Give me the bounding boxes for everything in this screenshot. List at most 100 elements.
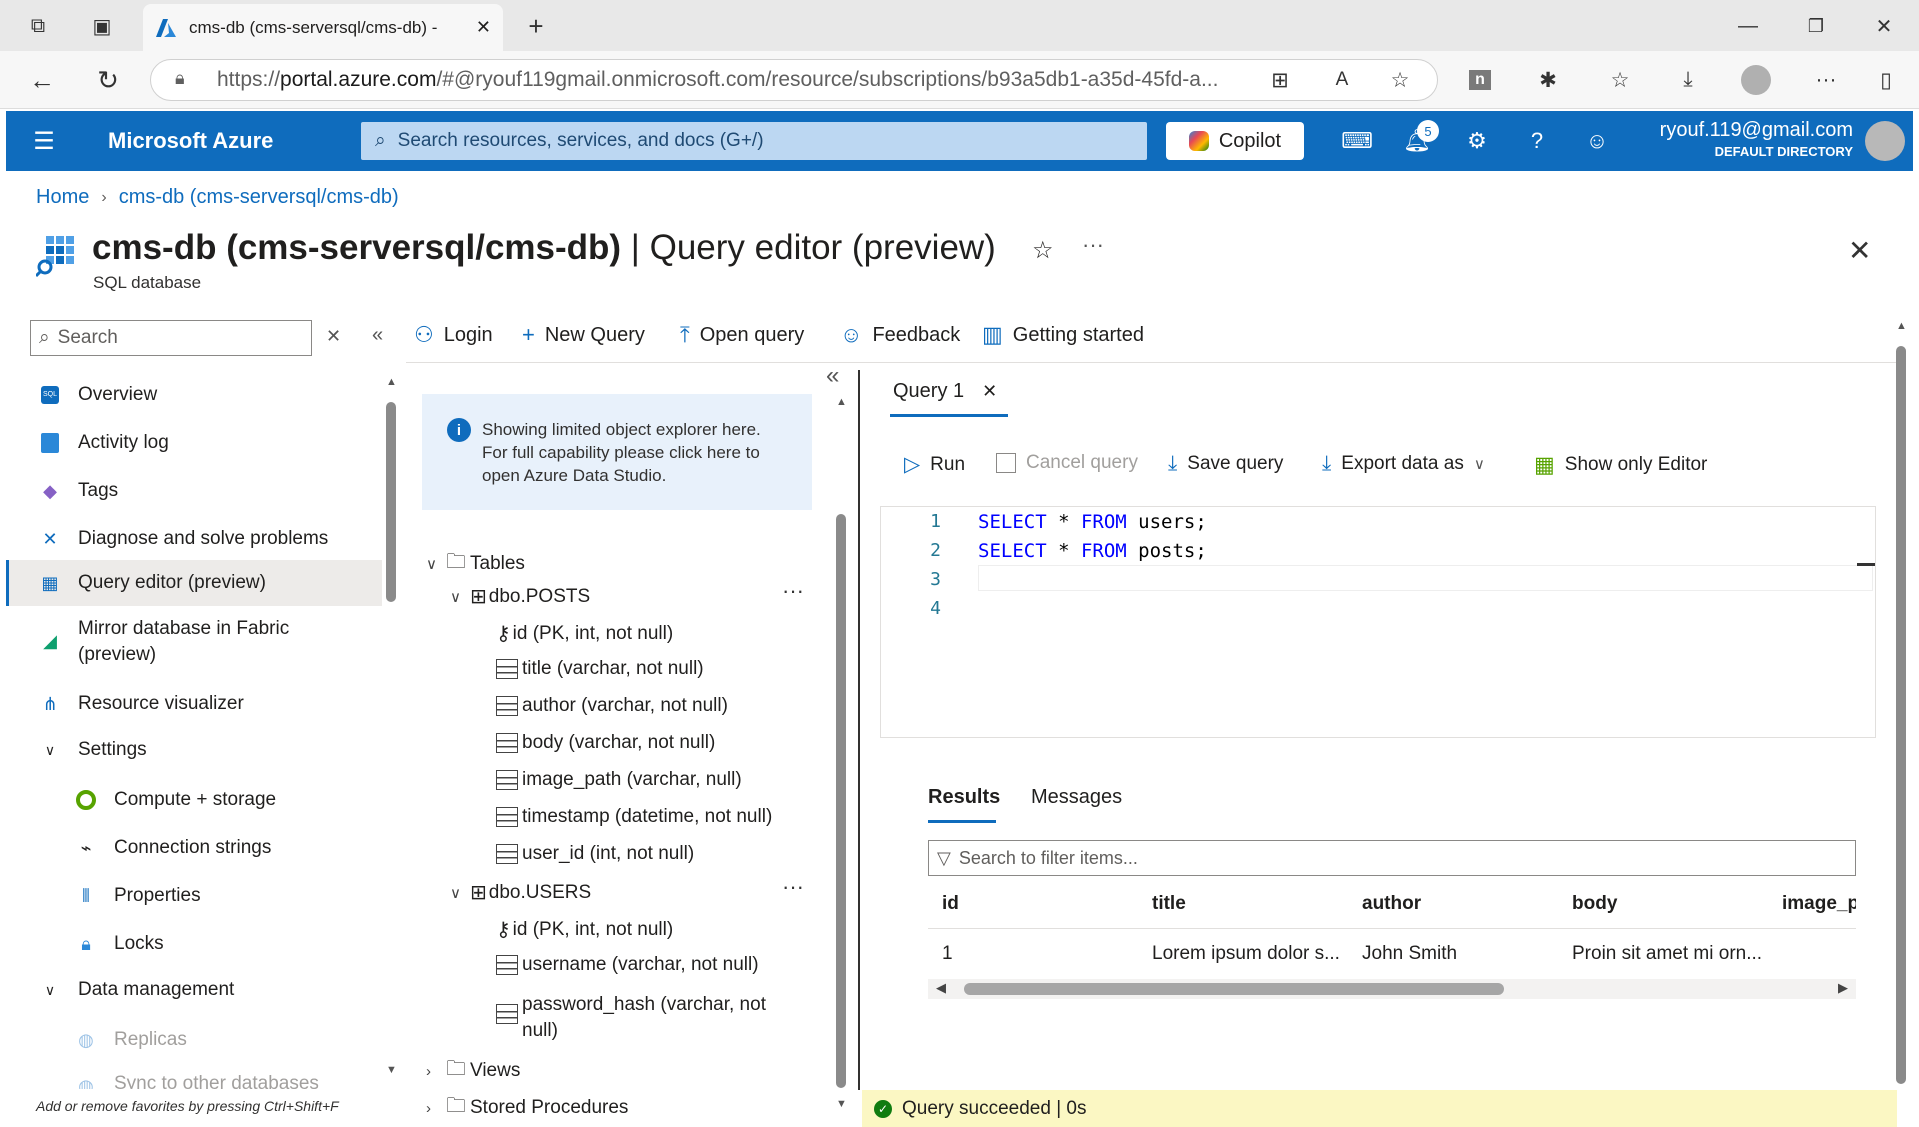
sidebar-group-data-management[interactable]: ∨ Data management — [6, 973, 382, 1007]
favorites-icon[interactable]: ☆ — [1604, 64, 1636, 96]
run-button[interactable]: ▷ Run — [904, 452, 965, 477]
tab-results[interactable]: Results — [928, 786, 1000, 809]
tab-actions-icon[interactable]: ▣ — [86, 10, 118, 42]
nav-search-input[interactable]: ⌕ Search — [30, 320, 312, 356]
tab-messages[interactable]: Messages — [1031, 786, 1122, 809]
favorite-star-icon[interactable]: ☆ — [1032, 236, 1054, 265]
favorite-star-icon[interactable]: ☆ — [1384, 64, 1416, 96]
scroll-left-icon[interactable]: ◀ — [936, 980, 946, 996]
table-cell[interactable]: Lorem ipsum dolor s... — [1152, 943, 1340, 965]
results-scroll-thumb[interactable] — [964, 983, 1504, 995]
azure-brand[interactable]: Microsoft Azure — [108, 128, 273, 154]
tree-column[interactable]: author (varchar, not null) — [496, 695, 728, 717]
browser-tab[interactable]: cms-db (cms-serversql/cms-db) - ✕ — [143, 4, 503, 51]
tree-table-posts[interactable]: ∨ ⊞ dbo.POSTS — [450, 584, 590, 609]
copilot-button[interactable]: Copilot — [1166, 122, 1304, 160]
sql-editor[interactable]: 1 SELECT * FROM users; 2 SELECT * FROM p… — [880, 506, 1876, 738]
refresh-icon[interactable]: ↻ — [92, 64, 124, 96]
feedback-icon[interactable]: ☺ — [1581, 126, 1613, 156]
pane-splitter[interactable] — [858, 370, 860, 1090]
read-aloud-icon[interactable]: A — [1326, 64, 1358, 96]
column-header[interactable]: author — [1362, 893, 1421, 915]
sidebar-group-settings[interactable]: ∨ Settings — [6, 733, 382, 767]
results-filter-input[interactable]: ▽ Search to filter items... — [928, 840, 1856, 876]
extensions-icon[interactable]: ✱ — [1532, 64, 1564, 96]
restore-icon[interactable]: ❐ — [1800, 10, 1832, 42]
new-tab-icon[interactable]: + — [520, 10, 552, 42]
main-scroll-thumb[interactable] — [1896, 346, 1906, 1084]
notifications-bell-icon[interactable]: 🔔︎ 5 — [1401, 120, 1439, 156]
avatar[interactable] — [1865, 121, 1905, 161]
tree-column[interactable]: timestamp (datetime, not null) — [496, 806, 772, 828]
sidebar-item-activity-log[interactable]: Activity log — [6, 426, 382, 460]
column-header[interactable]: body — [1572, 893, 1617, 915]
scroll-down-icon[interactable]: ▼ — [386, 1064, 397, 1076]
downloads-icon[interactable]: ⤓ — [1672, 64, 1704, 96]
close-icon[interactable]: ✕ — [982, 381, 997, 402]
scroll-up-icon[interactable]: ▲ — [1896, 320, 1907, 332]
tree-column[interactable]: image_path (varchar, null) — [496, 769, 742, 791]
getting-started-button[interactable]: ▥ Getting started — [982, 322, 1144, 348]
scroll-up-icon[interactable]: ▲ — [836, 396, 847, 408]
results-horizontal-scrollbar[interactable]: ◀ ▶ — [928, 979, 1856, 999]
minimize-icon[interactable]: — — [1732, 10, 1764, 42]
feedback-button[interactable]: ☺ Feedback — [840, 322, 960, 348]
tree-stored-procedures[interactable]: › 🗀 Stored Procedures — [426, 1091, 628, 1125]
tree-column[interactable]: user_id (int, not null) — [496, 843, 694, 865]
tree-column[interactable]: body (varchar, not null) — [496, 732, 715, 754]
table-cell[interactable]: John Smith — [1362, 943, 1457, 965]
scroll-right-icon[interactable]: ▶ — [1838, 980, 1848, 996]
open-query-button[interactable]: ⤒ Open query — [680, 322, 804, 348]
table-cell[interactable]: 1 — [942, 943, 953, 965]
tree-column[interactable]: title (varchar, not null) — [496, 658, 704, 680]
nav-scroll-thumb[interactable] — [386, 402, 396, 602]
more-icon[interactable]: ··· — [1810, 64, 1842, 96]
tree-tables[interactable]: ∨ 🗀 Tables — [426, 547, 525, 581]
cloud-shell-icon[interactable]: ⌨ — [1341, 126, 1373, 156]
sidebar-item-query-editor[interactable]: ▦ Query editor (preview) — [6, 560, 382, 606]
show-only-editor-button[interactable]: ▦ Show only Editor — [1534, 452, 1707, 478]
back-icon[interactable]: ← — [26, 64, 58, 96]
close-tab-icon[interactable]: ✕ — [476, 17, 491, 38]
close-blade-icon[interactable]: ✕ — [1848, 234, 1871, 267]
tree-column[interactable]: ⚷ id (PK, int, not null) — [496, 917, 673, 942]
sidebar-item-replicas[interactable]: ◍ Replicas — [6, 1023, 382, 1057]
tree-column[interactable]: password_hash (varchar, not null) — [496, 992, 766, 1044]
table-cell[interactable]: Proin sit amet mi orn... — [1572, 943, 1762, 965]
tree-column[interactable]: ⚷ id (PK, int, not null) — [496, 621, 673, 646]
explorer-scroll-thumb[interactable] — [836, 514, 846, 1088]
clear-search-icon[interactable]: ✕ — [326, 326, 341, 347]
help-icon[interactable]: ? — [1521, 126, 1553, 156]
account-menu[interactable]: ryouf.119@gmail.com DEFAULT DIRECTORY — [1660, 119, 1853, 159]
url-field[interactable]: 🔒︎ https://portal.azure.com/#@ryouf119gm… — [150, 59, 1438, 101]
collapse-nav-icon[interactable]: « — [372, 324, 383, 347]
sidebar-item-connection-strings[interactable]: ⌁ Connection strings — [6, 831, 382, 865]
sidebar-item-diagnose[interactable]: ✕ Diagnose and solve problems — [6, 522, 382, 556]
table-more-icon[interactable]: ··· — [782, 874, 804, 900]
column-header[interactable]: id — [942, 893, 959, 915]
settings-gear-icon[interactable]: ⚙ — [1461, 126, 1493, 156]
table-more-icon[interactable]: ··· — [782, 578, 804, 604]
breadcrumb-home[interactable]: Home — [36, 186, 89, 209]
profile-icon[interactable] — [1740, 64, 1772, 96]
tree-table-users[interactable]: ∨ ⊞ dbo.USERS — [450, 880, 591, 905]
sidebar-item-resource-visualizer[interactable]: ⋔ Resource visualizer — [6, 687, 382, 721]
save-query-button[interactable]: ⤓ Save query — [1168, 452, 1283, 476]
breadcrumb-resource[interactable]: cms-db (cms-serversql/cms-db) — [119, 186, 399, 209]
tree-column[interactable]: username (varchar, not null) — [496, 954, 759, 976]
tree-views[interactable]: › 🗀 Views — [426, 1054, 520, 1088]
close-window-icon[interactable]: ✕ — [1868, 10, 1900, 42]
sidebar-item-compute-storage[interactable]: Compute + storage — [6, 783, 382, 817]
workspaces-icon[interactable]: ⧉ — [22, 10, 54, 42]
sidebar-toggle-icon[interactable]: ▯ — [1870, 64, 1902, 96]
export-data-dropdown[interactable]: ⤓ Export data as ∨ — [1322, 452, 1485, 476]
explorer-scrollbar[interactable]: ▲ ▼ — [836, 396, 848, 1116]
cancel-query-button[interactable]: Cancel query — [996, 452, 1138, 474]
sidebar-item-mirror-fabric[interactable]: ◢ Mirror database in Fabric (preview) — [6, 616, 382, 672]
column-header[interactable]: title — [1152, 893, 1186, 915]
apps-icon[interactable]: ⊞ — [1264, 64, 1296, 96]
more-actions-icon[interactable]: ··· — [1082, 232, 1104, 258]
extension-n-icon[interactable]: n — [1464, 64, 1496, 96]
tab-query-1[interactable]: Query 1 ✕ — [893, 380, 997, 403]
global-search-input[interactable]: ⌕ Search resources, services, and docs (… — [361, 122, 1147, 160]
